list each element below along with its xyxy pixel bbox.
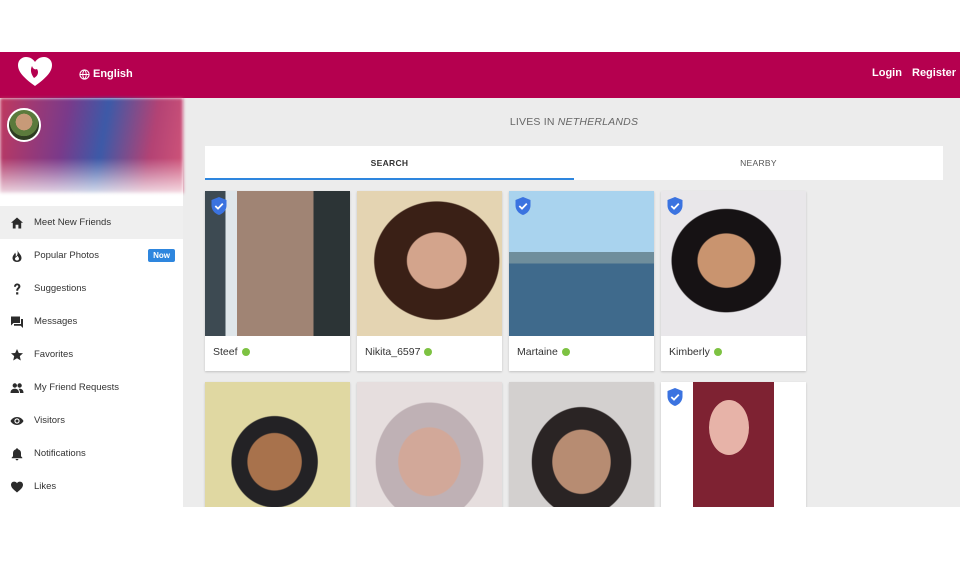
sidebar-item-visitors[interactable]: Visitors: [0, 404, 183, 437]
eye-icon: [10, 414, 24, 428]
question-icon: [10, 282, 24, 296]
sidebar-item-favorites[interactable]: Favorites: [0, 338, 183, 371]
profile-card[interactable]: Nikita_6597: [357, 191, 502, 371]
sidebar-item-label: My Friend Requests: [34, 382, 120, 393]
language-selector[interactable]: English: [79, 68, 133, 80]
verified-shield-icon: [667, 197, 683, 215]
sidebar-item-likes[interactable]: Likes: [0, 470, 183, 503]
star-icon: [10, 348, 24, 362]
profile-card[interactable]: [661, 382, 806, 507]
verified-shield-icon: [515, 197, 531, 215]
sidebar-item-messages[interactable]: Messages: [0, 305, 183, 338]
profile-photo[interactable]: [357, 191, 502, 336]
sidebar-item-friend-requests[interactable]: My Friend Requests: [0, 371, 183, 404]
profile-photo[interactable]: [205, 382, 350, 507]
profile-name: Kimberly: [669, 346, 710, 358]
location-heading: LIVES IN NETHERLANDS: [205, 116, 943, 128]
profile-name: Nikita_6597: [365, 346, 421, 358]
sidebar-item-label: Visitors: [34, 415, 65, 426]
online-status-dot: [424, 348, 433, 356]
verified-shield-icon: [211, 197, 227, 215]
profile-name-row: Kimberly: [669, 346, 722, 358]
fire-icon: [10, 249, 24, 263]
profile-name: Martaine: [517, 346, 558, 358]
profile-photo[interactable]: [509, 382, 654, 507]
profile-card[interactable]: Steef: [205, 191, 350, 371]
sidebar-item-label: Messages: [34, 316, 78, 327]
heart-icon: [10, 480, 24, 494]
profile-card[interactable]: [509, 382, 654, 507]
chat-icon: [10, 315, 24, 329]
globe-icon: [79, 68, 90, 80]
sidebar-item-notifications[interactable]: Notifications: [0, 437, 183, 470]
sidebar-item-label: Popular Photos: [34, 250, 99, 261]
sidebar-item-meet-new-friends[interactable]: Meet New Friends: [0, 206, 183, 239]
top-bar: English Login Register: [0, 52, 960, 98]
online-status-dot: [241, 348, 250, 356]
profile-card[interactable]: Martaine: [509, 191, 654, 371]
profile-card[interactable]: Kimberly: [661, 191, 806, 371]
cover-fade: [0, 158, 183, 198]
sidebar: Meet New Friends Popular Photos Now Sugg…: [0, 98, 183, 507]
heart-logo-icon[interactable]: [16, 56, 54, 88]
bell-icon: [10, 447, 24, 461]
register-link[interactable]: Register: [912, 67, 956, 79]
login-link[interactable]: Login: [872, 67, 902, 79]
online-status-dot: [561, 348, 570, 356]
verified-shield-icon: [667, 388, 683, 406]
sidebar-menu: Meet New Friends Popular Photos Now Sugg…: [0, 206, 183, 503]
profile-card[interactable]: [357, 382, 502, 507]
new-badge: Now: [148, 249, 175, 262]
tab-search[interactable]: SEARCH: [205, 146, 574, 180]
profile-photo[interactable]: [357, 382, 502, 507]
country-label: NETHERLANDS: [557, 116, 639, 128]
sidebar-item-label: Suggestions: [34, 283, 87, 294]
language-label: English: [93, 68, 133, 80]
online-status-dot: [713, 348, 722, 356]
sidebar-item-popular-photos[interactable]: Popular Photos Now: [0, 239, 183, 272]
profile-card[interactable]: [205, 382, 350, 507]
search-tabs: SEARCH NEARBY: [205, 146, 943, 180]
people-icon: [10, 381, 24, 395]
sidebar-item-label: Likes: [34, 481, 57, 492]
sidebar-item-label: Notifications: [34, 448, 86, 459]
sidebar-item-label: Favorites: [34, 349, 74, 360]
lives-in-label: LIVES IN: [509, 116, 555, 128]
sidebar-item-label: Meet New Friends: [34, 217, 112, 228]
home-icon: [10, 216, 24, 230]
profile-name-row: Martaine: [517, 346, 570, 358]
profile-name-row: Steef: [213, 346, 250, 358]
profile-name-row: Nikita_6597: [365, 346, 433, 358]
sidebar-item-suggestions[interactable]: Suggestions: [0, 272, 183, 305]
app-frame: English Login Register Meet New Friends …: [0, 52, 960, 507]
avatar[interactable]: [7, 108, 41, 142]
tab-nearby[interactable]: NEARBY: [574, 146, 943, 180]
profile-name: Steef: [213, 346, 238, 358]
